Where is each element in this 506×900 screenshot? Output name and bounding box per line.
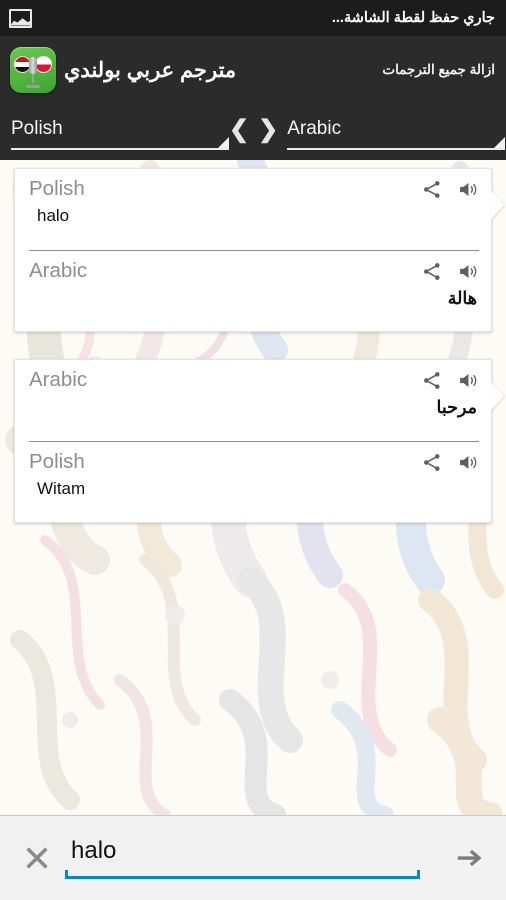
spinner-caret-icon	[218, 137, 229, 148]
share-icon[interactable]	[421, 179, 443, 200]
row-actions	[421, 259, 479, 282]
translation-text: هالة	[447, 288, 477, 308]
microphone-base-icon	[26, 85, 40, 88]
spinner-underline	[11, 148, 229, 150]
translation-row-header: Arabic	[29, 368, 479, 392]
translation-text: Witam	[37, 479, 86, 498]
translation-row-header: Polish	[29, 177, 479, 201]
arrow-right-icon[interactable]	[452, 843, 486, 873]
chevron-left-icon[interactable]: ❮	[229, 118, 249, 142]
share-icon[interactable]	[421, 370, 443, 391]
translation-text: مرحبا	[436, 397, 477, 417]
row-actions	[421, 368, 479, 391]
target-language-spinner[interactable]: Arabic	[287, 112, 506, 152]
translator-app-screen: جاري حفظ لقطة الشاشة... مترجم عربي بولند…	[0, 0, 506, 900]
translation-card[interactable]: Arabic مرحبا Polish Witam	[14, 359, 492, 523]
translation-row[interactable]: Polish	[29, 441, 479, 522]
target-language-value: Arabic	[287, 118, 342, 139]
status-bar-text: جاري حفظ لقطة الشاشة...	[331, 10, 495, 26]
app-title: مترجم عربي بولندي	[64, 58, 237, 82]
translate-input-wrapper[interactable]	[65, 831, 432, 885]
translation-row-header: Polish	[29, 450, 479, 474]
chevron-right-icon[interactable]: ❯	[258, 118, 278, 142]
row-language-label: Polish	[29, 450, 85, 473]
speaker-icon[interactable]	[457, 370, 479, 391]
clear-all-translations-button[interactable]: ازالة جميع الترجمات	[382, 62, 506, 78]
clear-input-button[interactable]	[11, 832, 63, 884]
close-icon[interactable]	[22, 843, 52, 873]
translation-row-header: Arabic	[29, 259, 479, 283]
swap-languages-button[interactable]: ❮ ❯	[229, 118, 278, 146]
translation-cards-list: Polish halo Arabic هالة Arabic مرحبا Pol…	[0, 160, 506, 523]
row-actions	[421, 450, 479, 473]
status-bar-icons	[0, 8, 32, 28]
input-underline	[65, 870, 420, 879]
row-language-label: Arabic	[29, 259, 88, 282]
microphone-icon	[29, 57, 37, 74]
input-bar	[0, 815, 506, 900]
row-language-label: Polish	[29, 177, 85, 200]
share-icon[interactable]	[421, 261, 443, 282]
row-language-label: Arabic	[29, 368, 88, 391]
translate-submit-button[interactable]	[438, 830, 500, 886]
translation-row[interactable]: Arabic	[29, 250, 479, 331]
language-selector-bar: Polish ❮ ❯ Arabic	[0, 104, 506, 160]
action-bar: مترجم عربي بولندي ازالة جميع الترجمات	[0, 36, 506, 104]
speaker-icon[interactable]	[457, 261, 479, 282]
speaker-icon[interactable]	[457, 452, 479, 473]
spinner-underline	[287, 148, 506, 150]
translate-input[interactable]	[65, 831, 432, 875]
microphone-stand-icon	[32, 74, 34, 83]
app-logo-icon[interactable]	[10, 47, 56, 93]
share-icon[interactable]	[421, 452, 443, 473]
speaker-icon[interactable]	[457, 179, 479, 200]
image-icon	[9, 8, 32, 28]
spinner-caret-icon	[494, 137, 506, 148]
polish-flag-icon	[35, 56, 52, 73]
translation-row[interactable]: Arabic	[15, 360, 491, 441]
source-language-spinner[interactable]: Polish	[11, 112, 229, 152]
translation-card[interactable]: Polish halo Arabic هالة	[14, 168, 492, 332]
translation-text: halo	[37, 206, 70, 225]
source-language-value: Polish	[11, 118, 63, 139]
translation-row[interactable]: Polish	[15, 169, 491, 250]
row-actions	[421, 177, 479, 200]
status-bar: جاري حفظ لقطة الشاشة...	[0, 0, 506, 36]
